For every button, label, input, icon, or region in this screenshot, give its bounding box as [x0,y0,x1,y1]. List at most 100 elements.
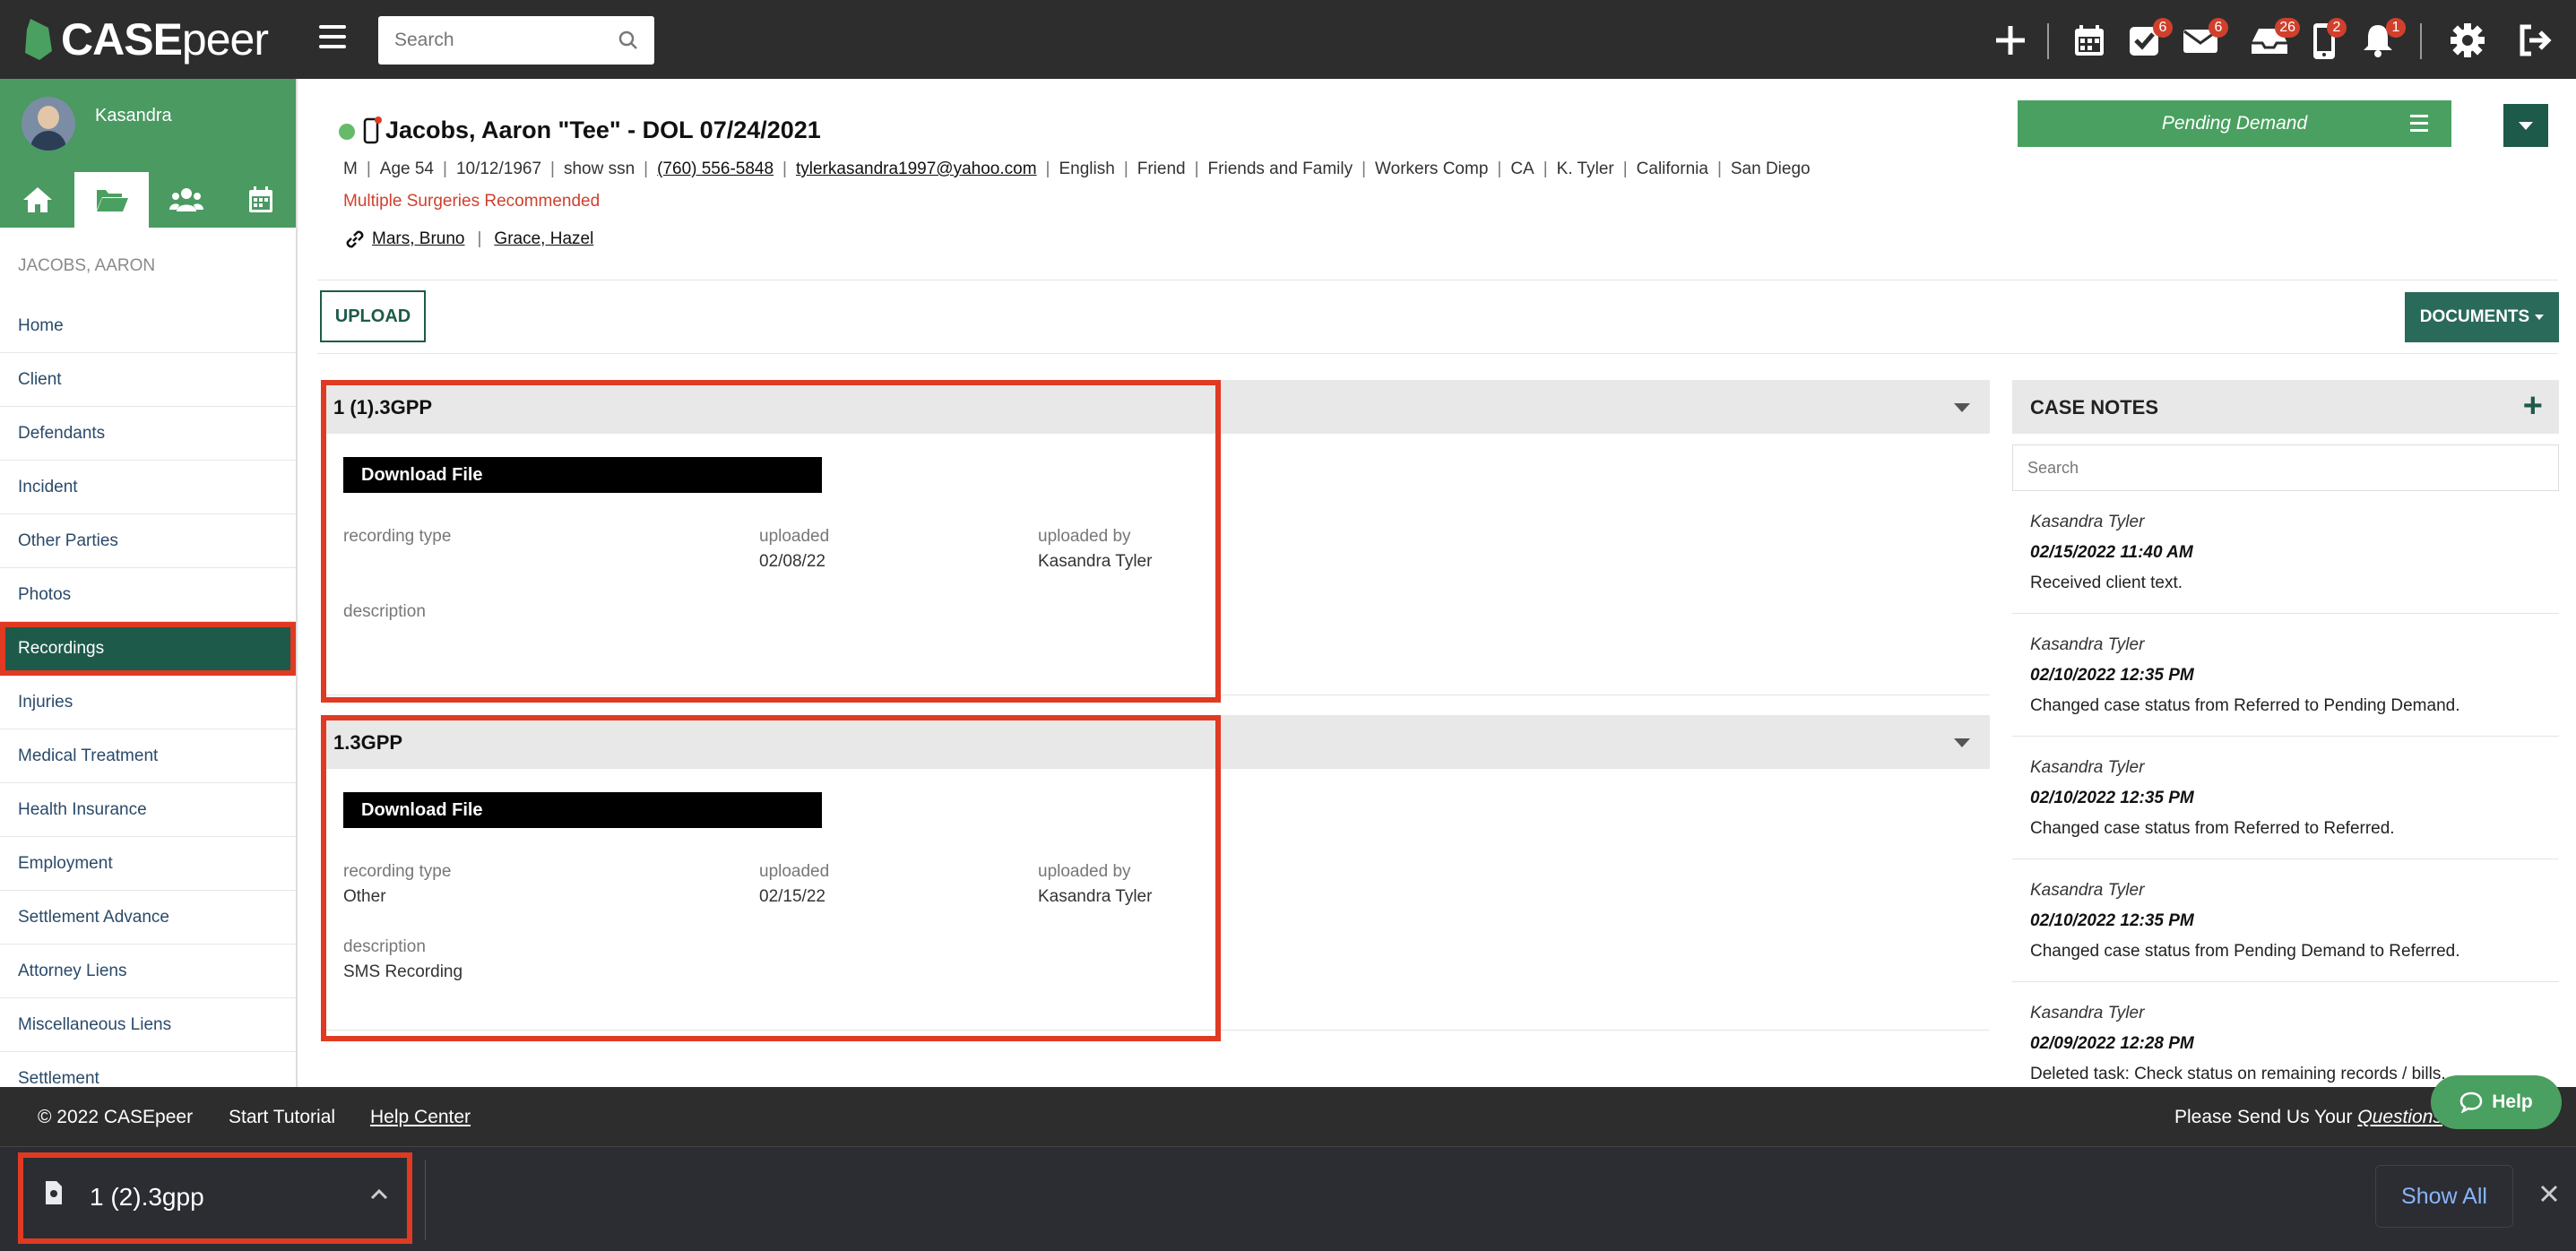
chevron-down-icon[interactable] [1954,403,1970,412]
search-icon[interactable] [618,30,638,50]
close-icon[interactable] [2538,1183,2560,1204]
documents-dropdown-button[interactable]: DOCUMENTS [2405,292,2559,342]
sidebar-item-other-parties[interactable]: Other Parties [0,514,296,568]
chevron-down-icon[interactable] [1954,738,1970,747]
meta-location-state: California [1636,160,1708,178]
sidebar-item-health-insurance[interactable]: Health Insurance [0,783,296,837]
sidebar-tabs [0,172,296,228]
global-search-input[interactable] [378,16,593,65]
meta-state: CA [1510,160,1534,178]
meta-case-type: Workers Comp [1375,160,1489,178]
sidebar-item-incident[interactable]: Incident [0,461,296,514]
sidebar-item-photos[interactable]: Photos [0,568,296,622]
sidebar-item-attorney-liens[interactable]: Attorney Liens [0,945,296,998]
download-filename: 1 (2).3gpp [90,1183,204,1211]
note-user: Kasandra Tyler [2030,635,2145,654]
case-status-dot [339,124,355,140]
meta-dob: 10/12/1967 [455,160,542,178]
sidebar-item-client[interactable]: Client [0,353,296,407]
meta-attorney: K. Tyler [1556,160,1614,178]
sidebar-item-miscellaneous-liens[interactable]: Miscellaneous Liens [0,998,296,1052]
questions-link[interactable]: Questions [2357,1107,2442,1127]
note-item[interactable]: Kasandra Tyler 02/15/2022 11:40 AM Recei… [2012,491,2559,614]
note-item[interactable]: Kasandra Tyler 02/10/2022 12:35 PM Chang… [2012,614,2559,737]
inbox-icon[interactable]: 26 [2248,18,2300,59]
meta-city: San Diego [1730,160,1811,178]
highlight-frame [321,715,1221,1041]
note-user: Kasandra Tyler [2030,881,2145,900]
sidebar-item-medical-treatment[interactable]: Medical Treatment [0,729,296,783]
case-notes-panel: CASE NOTES + Search Kasandra Tyler 02/15… [2012,380,2559,1087]
case-actions-dropdown[interactable] [2503,104,2548,147]
bell-icon[interactable]: 1 [2359,18,2406,59]
sidebar-item-settlement-advance[interactable]: Settlement Advance [0,891,296,945]
note-text: Changed case status from Pending Demand … [2030,942,2460,961]
meta-ssn-toggle[interactable]: show ssn [564,160,635,178]
linked-case-link[interactable]: Grace, Hazel [494,229,593,249]
meta-phone-link[interactable]: (760) 556-5848 [657,160,774,178]
calendar-icon[interactable] [2070,22,2108,59]
divider [2420,23,2422,59]
help-button-label: Help [2492,1091,2533,1112]
note-date: 02/10/2022 12:35 PM [2030,666,2194,685]
meta-gender: M [343,160,358,178]
note-date: 02/15/2022 11:40 AM [2030,543,2193,562]
case-title: Jacobs, Aaron "Tee" - DOL 07/24/2021 [385,116,821,143]
sidebar-item-injuries[interactable]: Injuries [0,676,296,729]
linked-case-link[interactable]: Mars, Bruno [372,229,464,249]
case-status-dropdown[interactable]: Pending Demand [2018,100,2451,147]
chevron-up-icon[interactable] [369,1188,389,1201]
home-icon [22,187,52,212]
users-icon [169,188,203,211]
menu-toggle-icon[interactable] [319,25,346,52]
help-center-link[interactable]: Help Center [370,1107,471,1128]
note-text: Changed case status from Referred to Pen… [2030,696,2460,715]
casepeer-logo[interactable]: CASEpeer [22,9,269,70]
note-item[interactable]: Kasandra Tyler 02/10/2022 12:35 PM Chang… [2012,737,2559,859]
tab-cases[interactable] [74,172,149,228]
top-navbar: CASEpeer 6 6 26 2 1 [0,0,2576,79]
global-search[interactable] [378,16,654,65]
download-item[interactable]: 1 (2).3gpp [18,1152,412,1244]
start-tutorial-link[interactable]: Start Tutorial [229,1107,335,1128]
avatar[interactable] [22,97,75,151]
inbox-badge: 26 [2275,18,2300,38]
note-user: Kasandra Tyler [2030,758,2145,777]
meta-email-link[interactable]: tylerkasandra1997@yahoo.com [796,160,1037,178]
send-questions-text: Please Send Us Your [2174,1107,2353,1127]
add-note-icon[interactable]: + [2523,387,2543,426]
sidebar-nav: Home Client Defendants Incident Other Pa… [0,299,296,1087]
case-notes-search-input[interactable]: Search [2012,444,2559,491]
list-icon [2410,115,2428,136]
highlight-frame [321,380,1221,703]
show-all-downloads-button[interactable]: Show All [2375,1165,2513,1228]
phone-badge: 2 [2327,18,2347,38]
mail-icon[interactable]: 6 [2182,18,2228,59]
caret-down-icon [2535,315,2545,320]
tab-calendar[interactable] [223,172,296,228]
folder-open-icon [96,190,128,211]
copyright: © 2022 CASEpeer [38,1107,194,1127]
meta-age: Age 54 [379,160,434,178]
help-chat-button[interactable]: Help [2431,1075,2562,1129]
note-date: 02/10/2022 12:35 PM [2030,789,2194,807]
note-text: Received client text. [2030,574,2183,592]
phone-icon[interactable]: 2 [2311,18,2347,59]
sidebar-item-employment[interactable]: Employment [0,837,296,891]
upload-button[interactable]: UPLOAD [320,290,426,342]
sidebar-item-settlement[interactable]: Settlement [0,1052,296,1087]
add-icon[interactable] [1992,22,2029,59]
sidebar-item-home[interactable]: Home [0,299,296,353]
note-item[interactable]: Kasandra Tyler 02/10/2022 12:35 PM Chang… [2012,859,2559,982]
tab-home[interactable] [0,172,74,228]
case-notes-header: CASE NOTES + [2012,380,2559,434]
sidebar-item-recordings[interactable]: Recordings [0,622,296,676]
footer: © 2022 CASEpeer Start Tutorial Help Cent… [0,1087,2576,1146]
gear-icon[interactable] [2449,22,2486,59]
tab-contacts[interactable] [149,172,223,228]
sidebar-header: Kasandra [0,79,296,228]
note-item[interactable]: Kasandra Tyler 02/09/2022 12:28 PM Delet… [2012,982,2559,1087]
tasks-icon[interactable]: 6 [2126,18,2173,59]
logout-icon[interactable] [2515,22,2553,59]
sidebar-item-defendants[interactable]: Defendants [0,407,296,461]
